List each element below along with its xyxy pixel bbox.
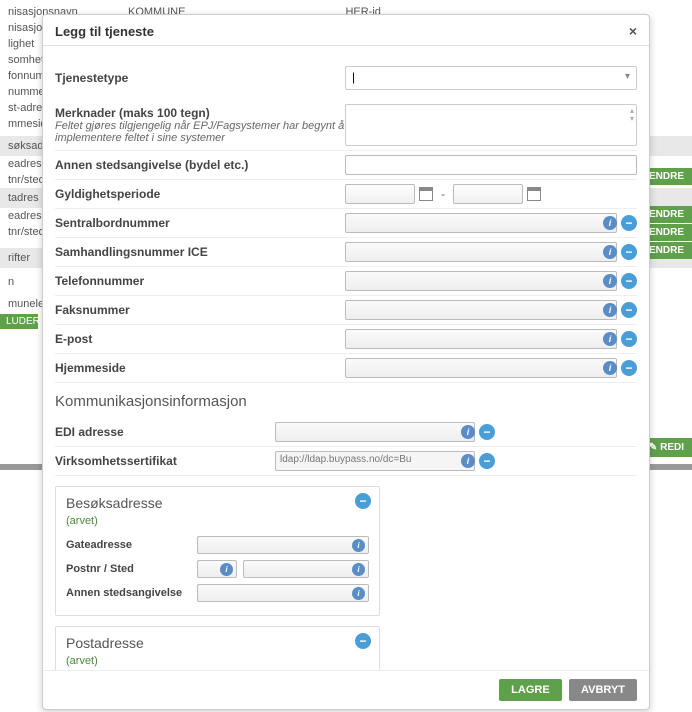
besoksadresse-box: − Besøksadresse (arvet) Gateadresse i Po…	[55, 486, 380, 616]
merknader-textarea[interactable]: ▴▾	[345, 104, 637, 146]
calendar-icon[interactable]	[419, 187, 433, 201]
postadresse-box: − Postadresse (arvet) Gateadresse i Post…	[55, 626, 380, 670]
info-icon[interactable]: i	[603, 361, 617, 375]
gyldighet-to-input[interactable]	[453, 184, 523, 204]
add-service-modal: Legg til tjeneste × Tjenestetype | Merkn…	[42, 14, 650, 710]
besoksadresse-title: Besøksadresse	[66, 495, 369, 511]
label-annen-sted: Annen stedsangivelse (bydel etc.)	[55, 158, 345, 172]
gyldighet-from-input[interactable]	[345, 184, 415, 204]
postadresse-title: Postadresse	[66, 635, 369, 651]
bg-label: fonnum	[8, 70, 45, 82]
label-merknader: Merknader (maks 100 tegn) Feltet gjøres …	[55, 106, 345, 144]
modal-body: Tjenestetype | Merknader (maks 100 tegn)…	[43, 46, 649, 670]
modal-header: Legg til tjeneste ×	[43, 15, 649, 46]
info-icon[interactable]: i	[603, 216, 617, 230]
samhandling-input[interactable]	[345, 242, 617, 262]
label-faks: Faksnummer	[55, 303, 345, 317]
remove-icon[interactable]: −	[621, 273, 637, 289]
telefon-input[interactable]	[345, 271, 617, 291]
label-epost: E-post	[55, 332, 345, 346]
remove-icon[interactable]: −	[355, 493, 371, 509]
bg-label: lighet	[8, 38, 34, 50]
spinner-icon[interactable]: ▴▾	[630, 107, 634, 123]
close-icon[interactable]: ×	[629, 23, 637, 39]
info-icon[interactable]: i	[220, 563, 233, 576]
info-icon[interactable]: i	[461, 425, 475, 439]
remove-icon[interactable]: −	[479, 453, 495, 469]
label-tjenestetype: Tjenestetype	[55, 71, 345, 85]
section-kommunikasjon: Kommunikasjonsinformasjon	[55, 393, 637, 410]
sted-input[interactable]: i	[243, 560, 369, 578]
bg-section: rifter	[8, 252, 30, 264]
remove-icon[interactable]: −	[621, 360, 637, 376]
info-icon[interactable]: i	[352, 563, 365, 576]
bg-label: nisasjo	[8, 22, 42, 34]
remove-icon[interactable]: −	[621, 215, 637, 231]
remove-icon[interactable]: −	[621, 331, 637, 347]
bg-section: tadres	[8, 192, 39, 204]
info-icon[interactable]: i	[603, 274, 617, 288]
faks-input[interactable]	[345, 300, 617, 320]
info-icon[interactable]: i	[352, 587, 365, 600]
remove-icon[interactable]: −	[621, 302, 637, 318]
remove-icon[interactable]: −	[621, 244, 637, 260]
label-gyldighet: Gyldighetsperiode	[55, 187, 345, 201]
save-button[interactable]: LAGRE	[499, 679, 562, 701]
epost-input[interactable]	[345, 329, 617, 349]
modal-title: Legg til tjeneste	[55, 24, 154, 39]
modal-footer: LAGRE AVBRYT	[43, 670, 649, 709]
info-icon[interactable]: i	[352, 539, 365, 552]
annen-sted-input[interactable]	[345, 155, 637, 175]
info-icon[interactable]: i	[603, 245, 617, 259]
label-edi: EDI adresse	[55, 425, 275, 439]
info-icon[interactable]: i	[603, 303, 617, 317]
hjemmeside-input[interactable]	[345, 358, 617, 378]
tjenestetype-dropdown[interactable]: |	[345, 66, 637, 90]
cert-input[interactable]: ldap://ldap.buypass.no/dc=Bu	[275, 451, 475, 471]
label-annen-stedsangivelse: Annen stedsangivelse	[66, 587, 191, 599]
date-separator: -	[441, 187, 445, 201]
edi-input[interactable]	[275, 422, 475, 442]
cancel-button[interactable]: AVBRYT	[569, 679, 637, 701]
inherited-label: (arvet)	[66, 515, 369, 527]
info-icon[interactable]: i	[603, 332, 617, 346]
label-postnr: Postnr / Sted	[66, 563, 191, 575]
inherited-label: (arvet)	[66, 655, 369, 667]
calendar-icon[interactable]	[527, 187, 541, 201]
info-icon[interactable]: i	[461, 454, 475, 468]
bg-label: tnr/sted	[8, 226, 45, 238]
label-hjemmeside: Hjemmeside	[55, 361, 345, 375]
label-cert: Virksomhetssertifikat	[55, 454, 275, 468]
annen-stedsangivelse-input[interactable]: i	[197, 584, 369, 602]
label-telefon: Telefonnummer	[55, 274, 345, 288]
bg-pill: LUDER	[0, 314, 38, 329]
postnr-input[interactable]: i	[197, 560, 237, 578]
label-sentralbord: Sentralbordnummer	[55, 216, 345, 230]
remove-icon[interactable]: −	[355, 633, 371, 649]
sentralbord-input[interactable]	[345, 213, 617, 233]
bg-label: tnr/sted	[8, 174, 45, 186]
remove-icon[interactable]: −	[479, 424, 495, 440]
gateadresse-input[interactable]: i	[197, 536, 369, 554]
label-samhandling: Samhandlingsnummer ICE	[55, 245, 345, 259]
label-gateadresse: Gateadresse	[66, 539, 191, 551]
bg-section: søksad	[8, 140, 43, 152]
bg-label: n	[8, 276, 14, 288]
